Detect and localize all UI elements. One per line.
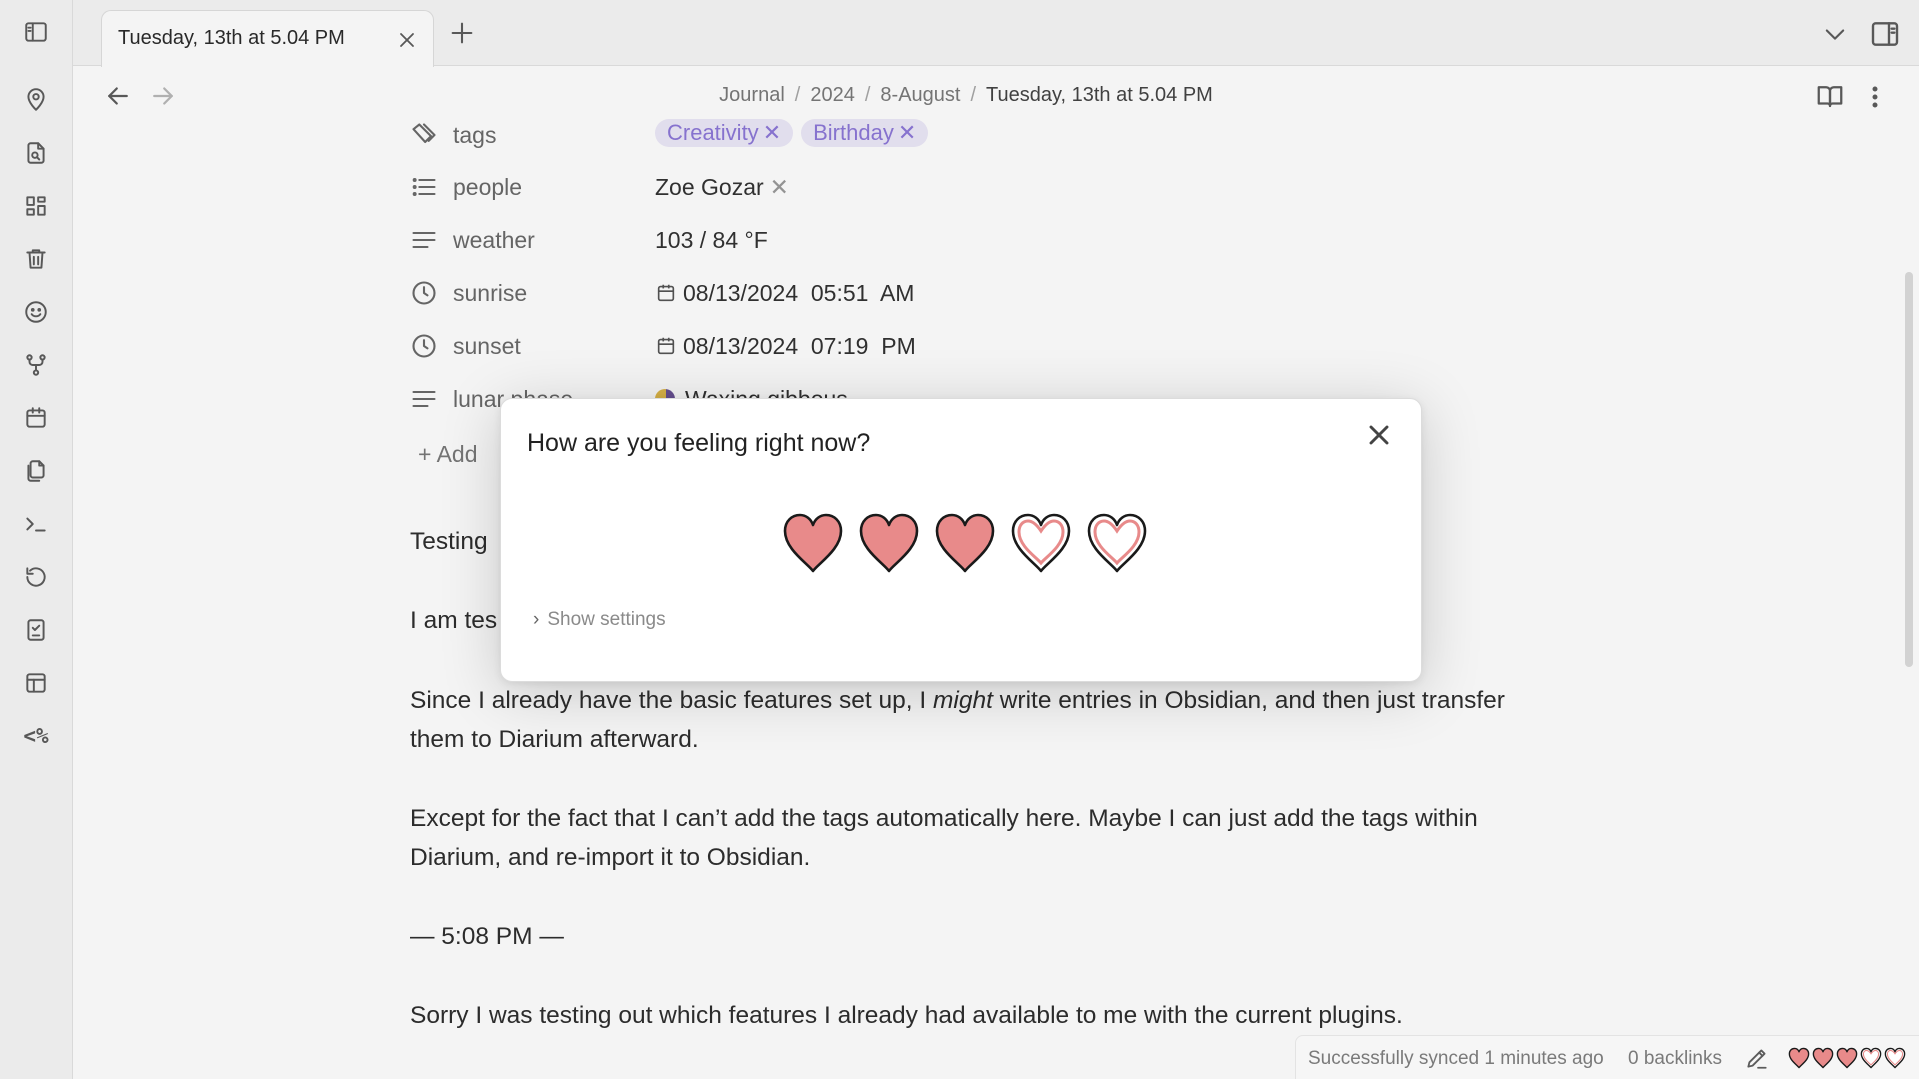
property-sunset: sunset 08/13/2024 07:19 PM — [410, 326, 1310, 366]
property-key[interactable]: tags — [453, 122, 496, 149]
property-value[interactable]: Creativity ✕ Birthday ✕ — [655, 119, 936, 147]
paragraph[interactable]: Since I already have the basic features … — [410, 681, 1510, 759]
tab-current[interactable]: Tuesday, 13th at 5.04 PM — [101, 10, 434, 67]
remove-tag-icon: ✕ — [762, 120, 782, 145]
property-value[interactable]: Zoe Gozar ✕ — [655, 174, 789, 201]
sidebar-toggle-icon[interactable] — [18, 14, 54, 50]
property-tags: tags Creativity ✕ Birthday ✕ — [410, 115, 1310, 155]
heart-icon[interactable] — [933, 509, 997, 577]
tab-bar: Tuesday, 13th at 5.04 PM — [73, 0, 1919, 67]
chevron-right-icon: › — [533, 609, 540, 630]
property-key[interactable]: people — [453, 174, 522, 201]
heart-icon[interactable] — [781, 509, 845, 577]
heart-icon[interactable] — [1085, 509, 1149, 577]
heart-icon[interactable] — [1860, 1047, 1882, 1075]
backlinks-count[interactable]: 0 backlinks — [1628, 1048, 1722, 1070]
smiley-icon[interactable] — [18, 294, 54, 330]
breadcrumb-current[interactable]: Tuesday, 13th at 5.04 PM — [986, 84, 1213, 106]
breadcrumb-item[interactable]: 8-August — [880, 84, 960, 106]
chevron-down-icon[interactable] — [1821, 20, 1849, 48]
plus-icon[interactable] — [448, 19, 476, 47]
remove-tag-icon: ✕ — [897, 120, 917, 145]
paragraph[interactable]: Except for the fact that I can’t add the… — [410, 799, 1510, 877]
property-key[interactable]: sunrise — [453, 280, 527, 307]
bookmark-icon[interactable] — [18, 612, 54, 648]
list-icon — [410, 173, 438, 201]
add-property-button[interactable]: + Add — [418, 441, 478, 468]
breadcrumb-item[interactable]: Journal — [719, 84, 785, 106]
calendar-icon[interactable] — [18, 400, 54, 436]
property-people: people Zoe Gozar ✕ — [410, 167, 1310, 207]
left-ribbon: <% — [0, 0, 73, 1079]
calendar-icon — [655, 282, 677, 304]
heart-icon[interactable] — [1812, 1047, 1834, 1075]
tags-icon — [410, 121, 438, 149]
heart-icon[interactable] — [1009, 509, 1073, 577]
tag-pill[interactable]: Birthday ✕ — [801, 119, 929, 147]
trash-icon[interactable] — [18, 241, 54, 277]
heart-icon[interactable] — [1788, 1047, 1810, 1075]
text-icon — [410, 385, 438, 413]
scrollbar[interactable] — [1905, 272, 1913, 667]
breadcrumb: Journal/2024/8-August / Tuesday, 13th at 5… — [719, 84, 1213, 106]
pencil-icon[interactable] — [1744, 1045, 1770, 1071]
property-value[interactable]: 08/13/2024 05:51 AM — [655, 280, 914, 307]
close-icon[interactable] — [1363, 419, 1395, 451]
dashboard-icon[interactable] — [18, 188, 54, 224]
modal-title: How are you feeling right now? — [527, 429, 871, 457]
show-settings-toggle[interactable]: › Show settings — [533, 609, 666, 631]
property-value[interactable]: 08/13/2024 07:19 PM — [655, 333, 916, 360]
book-open-icon[interactable] — [1815, 81, 1847, 113]
more-vertical-icon[interactable] — [1869, 81, 1889, 113]
heart-rating — [781, 509, 1149, 579]
property-key[interactable]: weather — [453, 227, 535, 254]
layout-icon[interactable] — [18, 665, 54, 701]
status-heart-rating[interactable] — [1788, 1047, 1906, 1075]
heart-icon[interactable] — [1884, 1047, 1906, 1075]
heart-icon[interactable] — [857, 509, 921, 577]
paragraph[interactable]: Sorry I was testing out which features I… — [410, 996, 1510, 1035]
history-icon[interactable] — [18, 559, 54, 595]
tab-title: Tuesday, 13th at 5.04 PM — [118, 27, 345, 49]
breadcrumb-item[interactable]: 2024 — [810, 84, 855, 106]
tag-pill[interactable]: Creativity ✕ — [655, 119, 794, 147]
property-value[interactable]: 103 / 84 °F — [655, 227, 768, 254]
status-bar: Successfully synced 1 minutes ago 0 back… — [1295, 1035, 1919, 1079]
templater-icon[interactable]: <% — [18, 718, 54, 754]
property-key[interactable]: sunset — [453, 333, 521, 360]
terminal-icon[interactable] — [18, 506, 54, 542]
text-icon — [410, 226, 438, 254]
close-icon[interactable] — [395, 28, 419, 52]
sync-status[interactable]: Successfully synced 1 minutes ago — [1308, 1048, 1604, 1070]
calendar-icon — [655, 335, 677, 357]
time-divider[interactable]: — 5:08 PM — — [410, 917, 1510, 956]
clock-icon — [410, 332, 438, 360]
property-weather: weather 103 / 84 °F — [410, 220, 1310, 260]
copy-files-icon[interactable] — [18, 453, 54, 489]
right-sidebar-toggle-icon[interactable] — [1869, 18, 1901, 50]
remove-person-icon: ✕ — [769, 174, 789, 200]
mood-rating-modal: How are you feeling right now? › Show set… — [500, 398, 1422, 682]
file-search-icon[interactable] — [18, 135, 54, 171]
map-pin-icon[interactable] — [18, 82, 54, 118]
heart-icon[interactable] — [1836, 1047, 1858, 1075]
clock-icon — [410, 279, 438, 307]
property-sunrise: sunrise 08/13/2024 05:51 AM — [410, 273, 1310, 313]
plus-icon: + — [418, 441, 432, 467]
git-fork-icon[interactable] — [18, 347, 54, 383]
